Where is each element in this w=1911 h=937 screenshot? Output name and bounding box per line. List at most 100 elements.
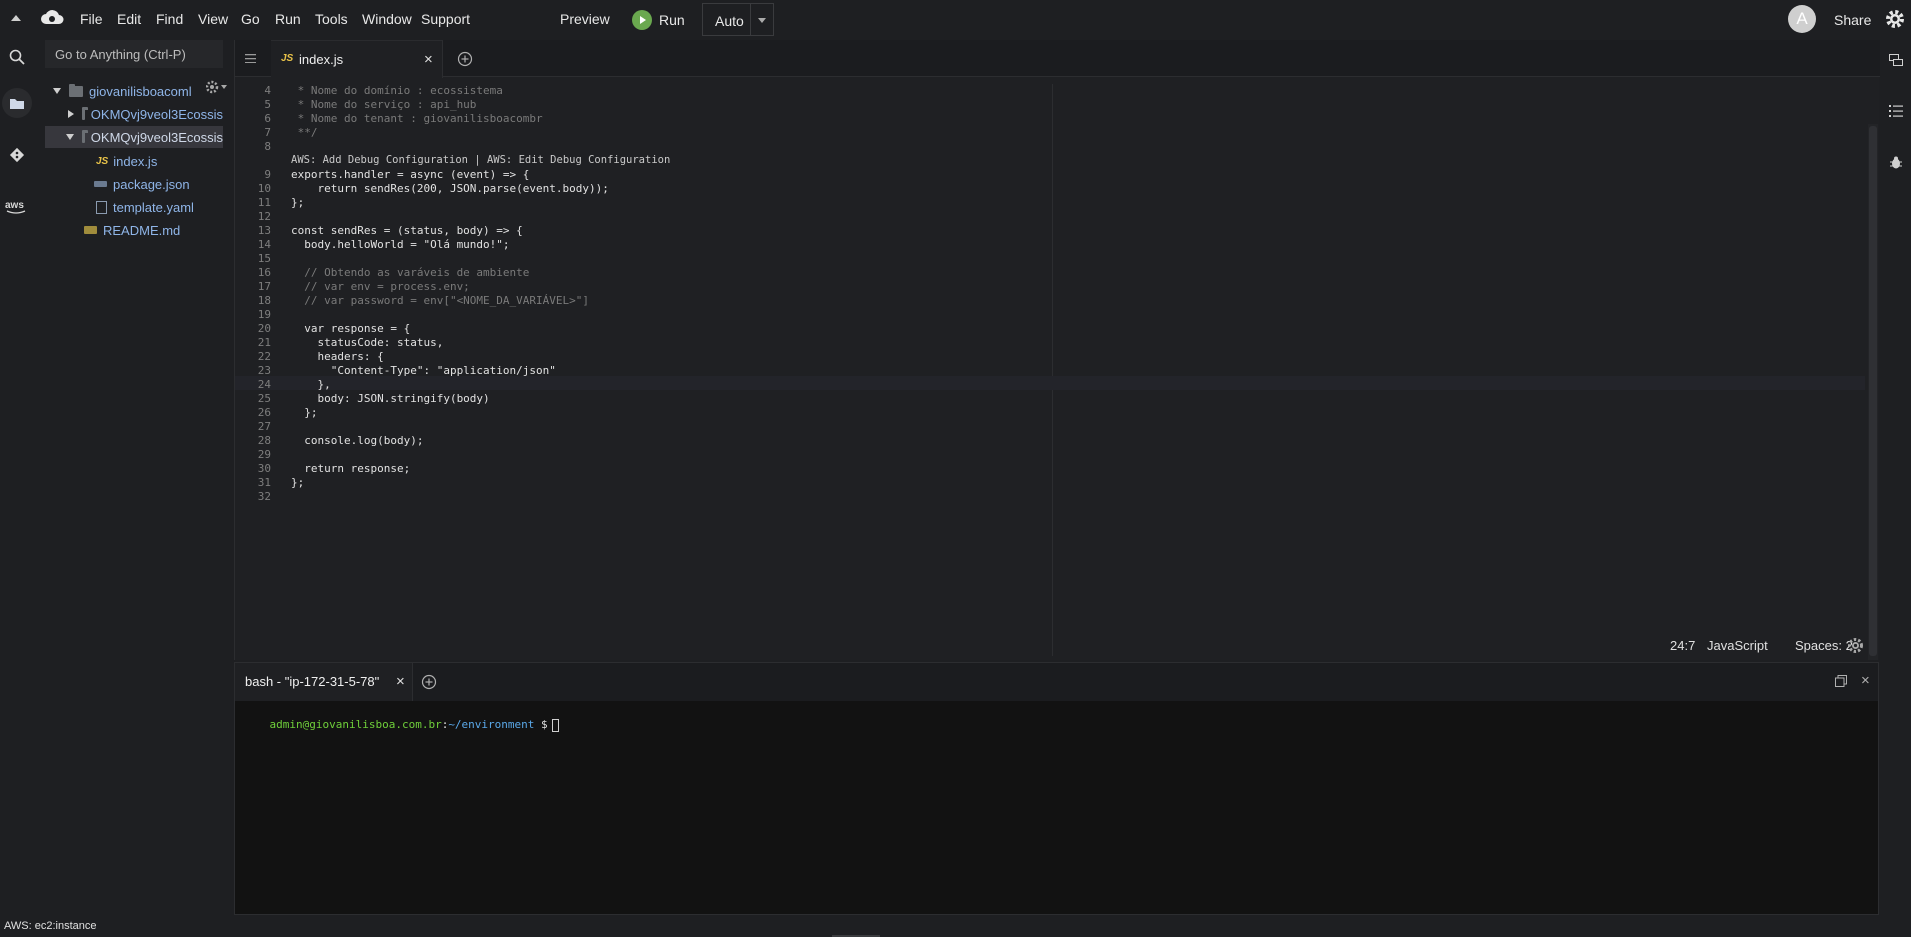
code-line-text: **/ bbox=[291, 126, 318, 139]
close-icon[interactable]: × bbox=[396, 673, 405, 690]
code-line-text: // var password = env["<NOME_DA_VARIÁVEL… bbox=[291, 294, 590, 307]
code-line: 26 }; bbox=[257, 406, 318, 419]
tree-folder-2[interactable]: OKMQvj9veol3Ecossis bbox=[45, 126, 223, 148]
run-label: Run bbox=[659, 12, 685, 28]
share-button[interactable]: Share bbox=[1834, 12, 1871, 28]
menu-support[interactable]: Support bbox=[421, 11, 470, 27]
json-file-icon bbox=[94, 181, 107, 187]
indentation-setting[interactable]: Spaces: 2 bbox=[1795, 638, 1853, 653]
aws-connection-status[interactable]: AWS: ec2:instance bbox=[4, 920, 97, 932]
run-config-divider bbox=[750, 4, 751, 35]
run-play-icon bbox=[632, 10, 652, 30]
outline-icon[interactable] bbox=[1880, 95, 1911, 127]
collaborate-icon[interactable] bbox=[1880, 44, 1911, 76]
terminal-tab-bar: bash - "ip-172-31-5-78" × × bbox=[235, 663, 1878, 701]
js-file-icon: JS bbox=[281, 53, 294, 64]
tree-file-index-js[interactable]: JS index.js bbox=[96, 150, 223, 172]
search-icon[interactable] bbox=[0, 40, 34, 74]
tree-file-package-json[interactable]: package.json bbox=[94, 173, 223, 195]
code-line: 24 }, bbox=[257, 378, 331, 391]
menu-find[interactable]: Find bbox=[156, 11, 183, 27]
menu-go[interactable]: Go bbox=[241, 11, 260, 27]
close-icon[interactable]: × bbox=[424, 51, 433, 68]
cloud9-logo-icon[interactable] bbox=[40, 8, 64, 28]
terminal-pane: bash - "ip-172-31-5-78" × × admin@giovan… bbox=[234, 662, 1879, 915]
menu-tools[interactable]: Tools bbox=[315, 11, 348, 27]
close-panel-icon[interactable]: × bbox=[1861, 672, 1870, 689]
preferences-gear-icon[interactable] bbox=[1884, 8, 1906, 30]
code-line: 28 console.log(body); bbox=[257, 434, 424, 447]
chevron-down-icon[interactable] bbox=[53, 88, 61, 94]
code-line-text: * Nome do tenant : giovanilisboacombr bbox=[291, 112, 543, 125]
chevron-down-icon[interactable] bbox=[66, 134, 74, 140]
source-control-icon[interactable] bbox=[0, 138, 34, 172]
debugger-bug-icon[interactable] bbox=[1880, 146, 1911, 178]
code-line: 11}; bbox=[257, 196, 305, 209]
cursor-position[interactable]: 24:7 bbox=[1670, 638, 1695, 653]
code-line: 10 return sendRes(200, JSON.parse(event.… bbox=[257, 182, 609, 195]
avatar[interactable]: A bbox=[1788, 5, 1816, 33]
code-line: 8 bbox=[264, 140, 271, 153]
code-line-text: // var env = process.env; bbox=[291, 280, 470, 293]
hamburger-menu-icon[interactable] bbox=[245, 54, 256, 63]
tree-file-template-yaml[interactable]: template.yaml bbox=[96, 196, 223, 218]
code-line-text: statusCode: status, bbox=[291, 336, 444, 349]
svg-text:aws: aws bbox=[5, 200, 24, 211]
editor-pane: JS index.js × 4 * Nome do domínio : ecos… bbox=[234, 40, 1880, 660]
code-line-text: }; bbox=[291, 196, 305, 209]
menu-run[interactable]: Run bbox=[275, 11, 301, 27]
code-line: 32 bbox=[257, 490, 271, 503]
menu-view[interactable]: View bbox=[198, 11, 228, 27]
chevron-right-icon[interactable] bbox=[68, 110, 74, 118]
editor-scrollbar[interactable] bbox=[1869, 126, 1877, 656]
tree-file-label: package.json bbox=[113, 176, 190, 192]
editor-settings-gear-icon[interactable] bbox=[1847, 637, 1864, 654]
code-line-text: "Content-Type": "application/json" bbox=[291, 364, 556, 377]
add-tab-icon[interactable] bbox=[457, 51, 473, 67]
markdown-file-icon bbox=[84, 226, 97, 234]
environment-folder-icon[interactable] bbox=[2, 88, 32, 118]
code-line: 18 // var password = env["<NOME_DA_VARIÁ… bbox=[257, 294, 590, 307]
editor-tab-bar: JS index.js × bbox=[235, 40, 1880, 78]
menu-window[interactable]: Window bbox=[362, 11, 412, 27]
chevron-down-icon[interactable] bbox=[758, 18, 766, 23]
code-line: 19 bbox=[257, 308, 271, 321]
tree-file-label: template.yaml bbox=[113, 199, 194, 215]
code-line-text: var response = { bbox=[291, 322, 411, 335]
code-line: 13 const sendRes = (status, body) => { bbox=[257, 224, 523, 237]
code-line: 21 statusCode: status, bbox=[257, 336, 444, 349]
menu-bar: File Edit Find View Go Run Tools Window … bbox=[0, 0, 1911, 38]
aws-icon[interactable]: aws bbox=[0, 190, 34, 224]
tree-file-readme[interactable]: README.md bbox=[84, 219, 223, 241]
code-line: 14 body.helloWorld = "Olá mundo!"; bbox=[257, 238, 510, 251]
collapse-menu-icon[interactable] bbox=[10, 14, 22, 22]
code-line: 16 // Obtendo as varáveis de ambiente bbox=[257, 266, 530, 279]
goto-anything-input[interactable] bbox=[55, 47, 223, 62]
tab-bash[interactable]: bash - "ip-172-31-5-78" × bbox=[235, 663, 413, 701]
run-button[interactable]: Run bbox=[632, 8, 685, 32]
tab-index-js[interactable]: JS index.js × bbox=[271, 40, 443, 78]
run-config-select[interactable]: Auto bbox=[702, 3, 774, 36]
code-line: 12 bbox=[257, 210, 271, 223]
terminal-prompt[interactable]: admin@giovanilisboa.com.br:~/environment… bbox=[243, 705, 559, 745]
code-line-text: * Nome do serviço : api_hub bbox=[291, 98, 477, 111]
tree-root-folder[interactable]: giovanilisboacoml bbox=[53, 80, 223, 102]
tree-folder-1[interactable]: OKMQvj9veol3Ecossis bbox=[66, 103, 223, 125]
code-line: 5 * Nome do serviço : api_hub bbox=[264, 98, 477, 111]
code-line-text: console.log(body); bbox=[291, 434, 424, 447]
code-line-text: const sendRes = (status, body) => { bbox=[291, 224, 523, 237]
code-line: 17 // var env = process.env; bbox=[257, 280, 470, 293]
code-line: 15 bbox=[257, 252, 271, 265]
maximize-icon[interactable] bbox=[1835, 675, 1847, 687]
menu-file[interactable]: File bbox=[80, 11, 103, 27]
menu-edit[interactable]: Edit bbox=[117, 11, 141, 27]
code-line: 30 return response; bbox=[257, 462, 411, 475]
tab-label: index.js bbox=[299, 52, 344, 67]
tree-root-label: giovanilisboacoml bbox=[89, 83, 192, 99]
language-mode[interactable]: JavaScript bbox=[1707, 638, 1768, 653]
add-terminal-icon[interactable] bbox=[421, 674, 437, 690]
code-line-text: }; bbox=[291, 476, 305, 489]
aws-debug-code-lens[interactable]: AWS: Add Debug Configuration | AWS: Edit… bbox=[291, 154, 670, 166]
preview-button[interactable]: Preview bbox=[560, 11, 610, 27]
